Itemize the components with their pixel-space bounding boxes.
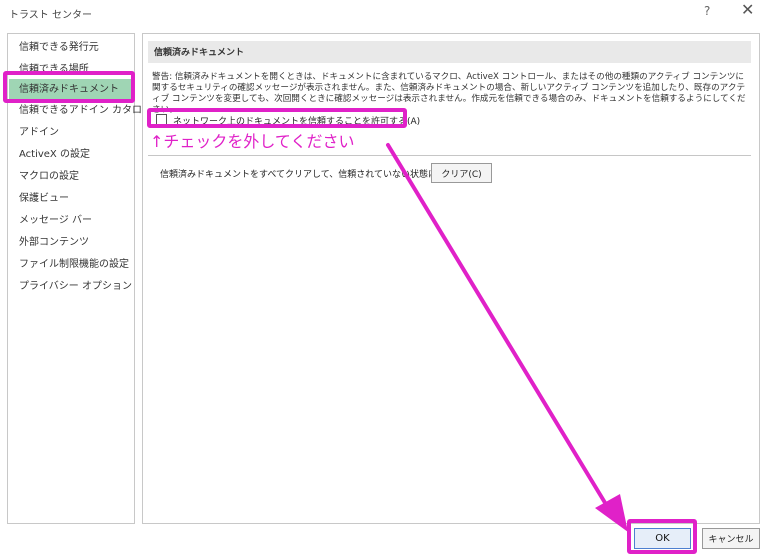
- clear-button[interactable]: クリア(C): [431, 163, 492, 183]
- title-bar: トラスト センター ? ✕: [0, 0, 768, 26]
- checkbox-highlight: [147, 108, 407, 128]
- sidebar-item-addins[interactable]: アドイン: [9, 122, 133, 143]
- sidebar-item-message-bar[interactable]: メッセージ バー: [9, 210, 133, 231]
- sidebar-item-activex-settings[interactable]: ActiveX の設定: [9, 144, 133, 165]
- help-icon[interactable]: ?: [704, 4, 710, 18]
- window-title: トラスト センター: [9, 10, 92, 21]
- cancel-button[interactable]: キャンセル: [702, 528, 760, 549]
- section-title: 信頼済みドキュメント: [154, 48, 245, 58]
- sidebar-item-privacy-options[interactable]: プライバシー オプション: [9, 276, 133, 297]
- selected-item-highlight: [3, 71, 135, 103]
- section-divider: [148, 155, 751, 156]
- sidebar-item-protected-view[interactable]: 保護ビュー: [9, 188, 133, 209]
- section-header: 信頼済みドキュメント: [148, 41, 751, 63]
- sidebar-item-file-block-settings[interactable]: ファイル制限機能の設定: [9, 254, 133, 275]
- sidebar-item-external-content[interactable]: 外部コンテンツ: [9, 232, 133, 253]
- sidebar: 信頼できる発行元 信頼できる場所 信頼済みドキュメント 信頼できるアドイン カタ…: [7, 33, 152, 524]
- ok-button-highlight: [627, 519, 697, 554]
- close-icon[interactable]: ✕: [741, 2, 754, 18]
- main-panel: 信頼済みドキュメント 警告: 信頼済みドキュメントを開くときは、ドキュメントに含…: [142, 33, 760, 524]
- sidebar-item-trusted-publishers[interactable]: 信頼できる発行元: [9, 37, 133, 58]
- clear-trusted-text: 信頼済みドキュメントをすべてクリアして、信頼されていない状態にする: [160, 170, 456, 180]
- sidebar-item-trusted-addin-catalogs[interactable]: 信頼できるアドイン カタログ: [9, 100, 152, 121]
- sidebar-item-macro-settings[interactable]: マクロの設定: [9, 166, 133, 187]
- annotation-text: ↑チェックを外してください: [150, 132, 355, 151]
